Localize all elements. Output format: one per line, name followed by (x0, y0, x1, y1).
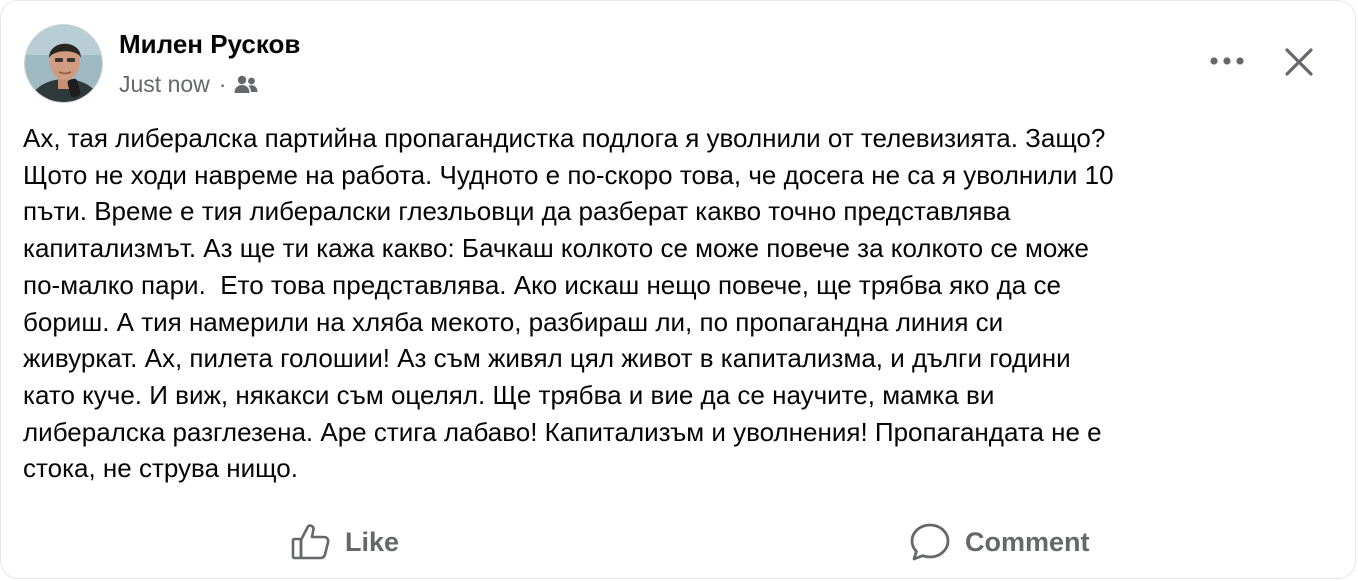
post-text-line: бориш. А тия намерили на хляба мекото, р… (23, 306, 1004, 337)
close-icon (1285, 48, 1313, 76)
post-text-line: пъти. Време е тия либералски глезльовци … (23, 196, 1011, 227)
avatar[interactable] (24, 24, 103, 103)
post-text-line: Ах, тая либералска партийна пропагандист… (23, 123, 1106, 153)
more-options-button[interactable] (1207, 43, 1247, 79)
post-text-line: капитализмът. Аз ще ти кажа какво: Бачка… (23, 233, 1089, 264)
avatar-photo (25, 25, 102, 102)
post-timestamp[interactable]: Just now (119, 71, 210, 98)
author-name[interactable]: Милен Русков (119, 29, 300, 60)
post-text: Ах, тая либералска партийна пропагандист… (23, 120, 1341, 487)
post-text-line: живуркат. Ах, пилета голошии! Аз съм жив… (23, 343, 1071, 374)
like-label: Like (345, 526, 400, 557)
post-text-line: стока, не струва нищо. (23, 453, 298, 484)
close-button[interactable] (1277, 40, 1321, 84)
post-meta: Just now · (119, 71, 259, 98)
post-text-line: по-малко пари. Ето това представлява. Ак… (23, 269, 1061, 300)
friends-icon[interactable] (233, 74, 259, 96)
more-horizontal-icon (1210, 57, 1244, 65)
comment-button[interactable]: Comment (909, 519, 1090, 565)
post-card: Милен Русков Just now · Ах, тая либералс… (0, 0, 1356, 579)
post-text-line: Щото не ходи навреме на работа. Чудното … (23, 159, 1114, 190)
meta-separator: · (218, 71, 227, 97)
comment-label: Comment (965, 526, 1090, 557)
like-button[interactable]: Like (291, 519, 399, 565)
post-text-line: като куче. И виж, някакси съм оцелял. Ще… (23, 379, 995, 410)
post-text-line: либералска разглезена. Аре стига лабаво!… (23, 416, 1102, 447)
comment-bubble-icon (909, 522, 951, 562)
thumbs-up-icon (291, 523, 331, 561)
